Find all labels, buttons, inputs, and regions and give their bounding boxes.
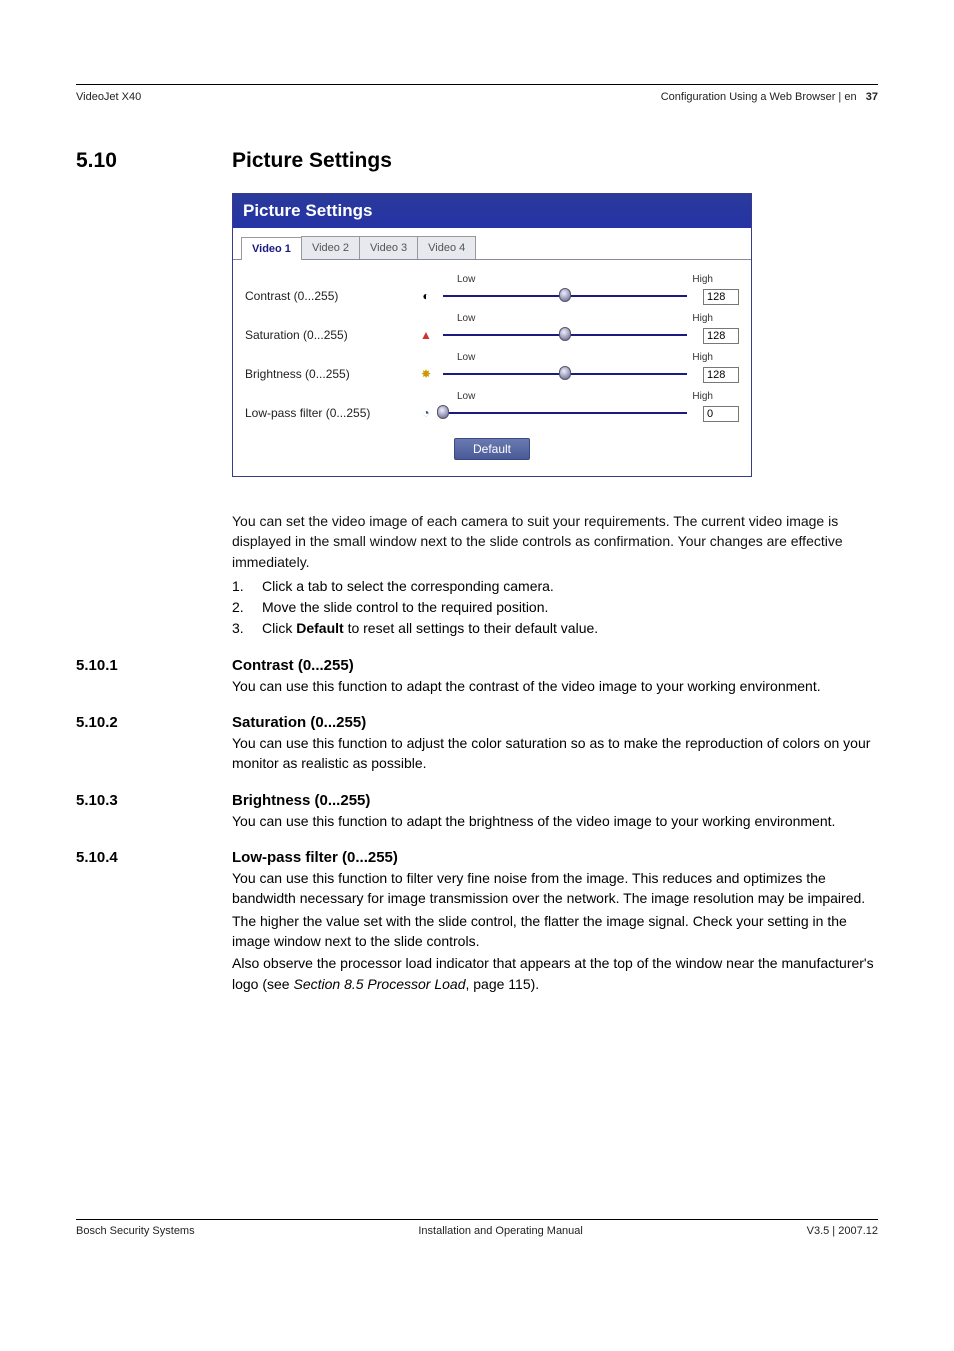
low-label: Low xyxy=(457,352,497,363)
slider-track[interactable] xyxy=(437,328,693,342)
header-left: VideoJet X40 xyxy=(76,91,141,103)
slider-icon: ◐ xyxy=(415,289,437,303)
page-number: 37 xyxy=(866,91,878,103)
slider-row: Low-pass filter (0...255)◔ xyxy=(245,404,739,422)
slider-icon: ✸ xyxy=(415,367,437,381)
steps-list: 1.Click a tab to select the correspondin… xyxy=(232,576,878,639)
header-rule xyxy=(76,84,878,85)
step-2: 2.Move the slide control to the required… xyxy=(232,597,878,618)
high-label: High xyxy=(689,313,739,324)
slider-row: Contrast (0...255)◐ xyxy=(245,287,739,305)
tab-video-2[interactable]: Video 2 xyxy=(301,236,360,259)
subsection-text: You can use this function to adapt the b… xyxy=(232,811,878,831)
slider-label: Saturation (0...255) xyxy=(245,328,415,342)
tab-video-4[interactable]: Video 4 xyxy=(417,236,476,259)
low-label: Low xyxy=(457,391,497,402)
low-label: Low xyxy=(457,313,497,324)
slider-thumb[interactable] xyxy=(437,405,449,419)
high-label: High xyxy=(689,352,739,363)
footer-right: V3.5 | 2007.12 xyxy=(807,1225,878,1237)
subsection-text: The higher the value set with the slide … xyxy=(232,911,878,952)
slider-thumb[interactable] xyxy=(559,327,571,341)
slider-label: Brightness (0...255) xyxy=(245,367,415,381)
slider-value-input[interactable] xyxy=(703,328,739,344)
footer-left: Bosch Security Systems xyxy=(76,1225,195,1237)
section-number: 5.10 xyxy=(76,149,232,173)
slider-track[interactable] xyxy=(437,406,693,420)
low-label: Low xyxy=(457,274,497,285)
subsection-text: Also observe the processor load indicato… xyxy=(232,953,878,994)
slider-thumb[interactable] xyxy=(559,366,571,380)
step-1: 1.Click a tab to select the correspondin… xyxy=(232,576,878,597)
subsection-title: Low-pass filter (0...255) xyxy=(232,849,398,866)
slider-track[interactable] xyxy=(437,367,693,381)
subsection-number: 5.10.1 xyxy=(76,657,232,674)
high-label: High xyxy=(689,274,739,285)
slider-track[interactable] xyxy=(437,289,693,303)
slider-label: Contrast (0...255) xyxy=(245,289,415,303)
subsection-title: Brightness (0...255) xyxy=(232,792,370,809)
slider-value-input[interactable] xyxy=(703,289,739,305)
slider-icon: ◔ xyxy=(415,406,437,420)
panel-title: Picture Settings xyxy=(233,194,751,228)
subsection-text: You can use this function to adjust the … xyxy=(232,733,878,774)
section-title: Picture Settings xyxy=(232,149,392,173)
subsection-number: 5.10.2 xyxy=(76,714,232,731)
settings-panel: Picture Settings Video 1 Video 2 Video 3… xyxy=(232,193,752,477)
page-footer: Bosch Security Systems Installation and … xyxy=(76,1219,878,1237)
subsection-number: 5.10.4 xyxy=(76,849,232,866)
tab-row: Video 1 Video 2 Video 3 Video 4 xyxy=(233,228,751,260)
page-header: VideoJet X40 Configuration Using a Web B… xyxy=(76,91,878,103)
slider-row: Brightness (0...255)✸ xyxy=(245,365,739,383)
slider-row: Saturation (0...255)▲ xyxy=(245,326,739,344)
step-3: 3.Click Default to reset all settings to… xyxy=(232,618,878,639)
subsection: 5.10.1Contrast (0...255) You can use this… xyxy=(76,657,878,696)
subsection-5-10-4: 5.10.4 Low-pass filter (0...255) You can… xyxy=(76,849,878,994)
intro-paragraph: You can set the video image of each came… xyxy=(232,511,878,572)
slider-thumb[interactable] xyxy=(559,288,571,302)
subsection-text: You can use this function to filter very… xyxy=(232,868,878,909)
tab-video-3[interactable]: Video 3 xyxy=(359,236,418,259)
subsection: 5.10.3Brightness (0...255) You can use th… xyxy=(76,792,878,831)
tab-video-1[interactable]: Video 1 xyxy=(241,237,302,260)
subsection-text: You can use this function to adapt the c… xyxy=(232,676,878,696)
slider-icon: ▲ xyxy=(415,328,437,342)
high-label: High xyxy=(689,391,739,402)
subsection-title: Contrast (0...255) xyxy=(232,657,354,674)
slider-label: Low-pass filter (0...255) xyxy=(245,406,415,420)
header-right: Configuration Using a Web Browser | en 3… xyxy=(661,91,878,103)
subsection: 5.10.2Saturation (0...255) You can use th… xyxy=(76,714,878,774)
subsection-title: Saturation (0...255) xyxy=(232,714,366,731)
section-heading: 5.10 Picture Settings xyxy=(76,149,878,173)
slider-value-input[interactable] xyxy=(703,406,739,422)
default-button[interactable]: Default xyxy=(454,438,530,460)
slider-value-input[interactable] xyxy=(703,367,739,383)
footer-center: Installation and Operating Manual xyxy=(418,1225,583,1237)
subsection-number: 5.10.3 xyxy=(76,792,232,809)
controls-area: Low High Contrast (0...255)◐ Low High Saturat… xyxy=(233,260,751,476)
